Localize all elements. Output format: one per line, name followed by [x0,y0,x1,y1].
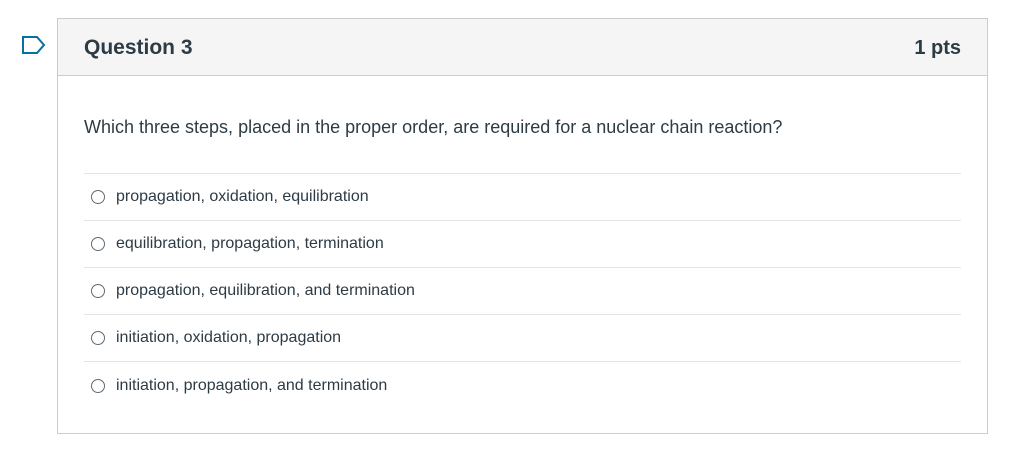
flag-question-icon[interactable] [21,35,47,55]
answer-label[interactable]: initiation, oxidation, propagation [116,329,341,347]
radio-unchecked-icon[interactable] [91,190,105,204]
question-card: Question 3 1 pts Which three steps, plac… [57,18,988,434]
answer-option[interactable]: initiation, propagation, and termination [84,362,961,409]
question-title: Question 3 [84,36,193,59]
answer-option[interactable]: initiation, oxidation, propagation [84,315,961,362]
answer-option[interactable]: equilibration, propagation, termination [84,221,961,268]
answer-list: propagation, oxidation, equilibration eq… [84,173,961,409]
question-text: Which three steps, placed in the proper … [84,117,783,137]
answer-label[interactable]: propagation, equilibration, and terminat… [116,282,415,300]
radio-unchecked-icon[interactable] [91,378,105,393]
answer-label[interactable]: initiation, propagation, and termination [116,377,387,395]
question-header: Question 3 1 pts [58,19,987,76]
answer-option[interactable]: propagation, equilibration, and terminat… [84,268,961,315]
question-points: 1 pts [914,36,961,59]
answer-label[interactable]: equilibration, propagation, termination [116,235,384,253]
radio-unchecked-icon[interactable] [91,331,105,345]
radio-unchecked-icon[interactable] [91,237,105,251]
radio-unchecked-icon[interactable] [91,284,105,298]
question-body: Which three steps, placed in the proper … [58,76,987,409]
answer-label[interactable]: propagation, oxidation, equilibration [116,188,369,206]
answer-option[interactable]: propagation, oxidation, equilibration [84,174,961,221]
